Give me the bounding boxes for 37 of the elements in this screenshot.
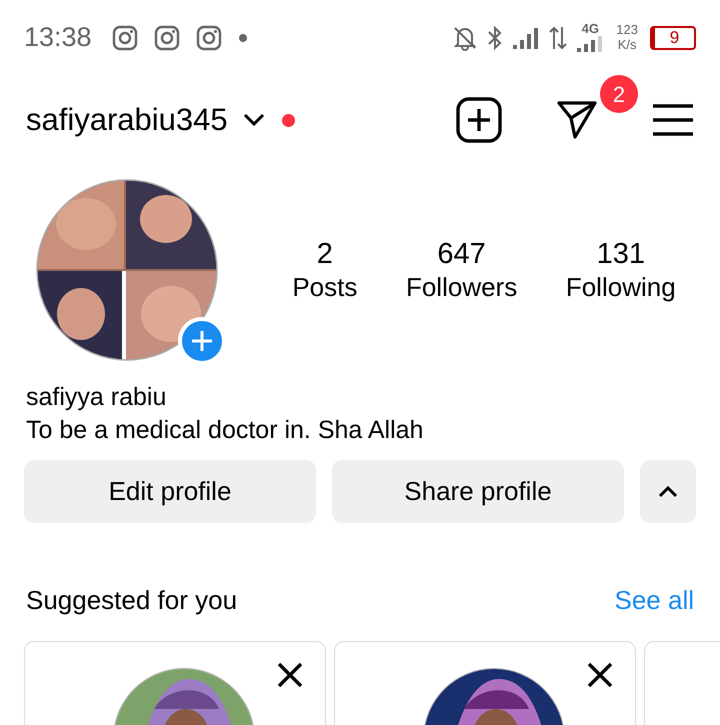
stat-label[interactable]: Followers [406, 272, 518, 303]
camera-outline-icon [154, 24, 180, 50]
close-icon [587, 662, 613, 688]
muted-bell-icon [452, 24, 478, 50]
chevron-icon [658, 484, 678, 498]
signal-icon [512, 26, 540, 50]
menu-icon[interactable] [652, 103, 694, 137]
section-title: Suggested for you [26, 584, 238, 616]
stat-count[interactable]: 2 [316, 237, 333, 272]
profile-username[interactable]: safiyarabiu345 [26, 96, 228, 144]
stat-label[interactable]: Following [566, 272, 676, 303]
camera-outline-icon [196, 24, 222, 50]
network-label: 4G [582, 22, 599, 35]
camera-outline-icon [112, 24, 138, 50]
profile-action-button[interactable]: Edit profile [24, 460, 316, 523]
create-post-icon[interactable] [456, 97, 502, 143]
suggestions-toggle-button[interactable] [640, 460, 696, 523]
speed-unit: K/s [618, 38, 637, 52]
stat-count[interactable]: 647 [437, 237, 486, 272]
profile-name: safiyya rabiu [26, 382, 168, 413]
status-time: 13:38 [24, 21, 92, 54]
stat-label[interactable]: Posts [292, 272, 358, 303]
close-icon [277, 662, 303, 688]
plus-icon [191, 330, 213, 352]
data-transfer-icon [548, 24, 568, 50]
chevron-down-icon[interactable] [242, 112, 266, 128]
dismiss-button[interactable] [587, 662, 613, 688]
profile-bio: To be a medical doctor in. Sha Allah [26, 414, 424, 446]
battery-level: 9 [670, 29, 680, 46]
profile-action-button[interactable]: Share profile [332, 460, 624, 523]
speed-value: 123 [616, 23, 638, 38]
message-count-badge: 2 [600, 75, 638, 113]
send-icon[interactable] [556, 99, 598, 141]
dot-icon [238, 32, 248, 42]
stat-count[interactable]: 131 [596, 237, 645, 272]
dismiss-button[interactable] [277, 662, 303, 688]
signal-icon [576, 35, 604, 53]
